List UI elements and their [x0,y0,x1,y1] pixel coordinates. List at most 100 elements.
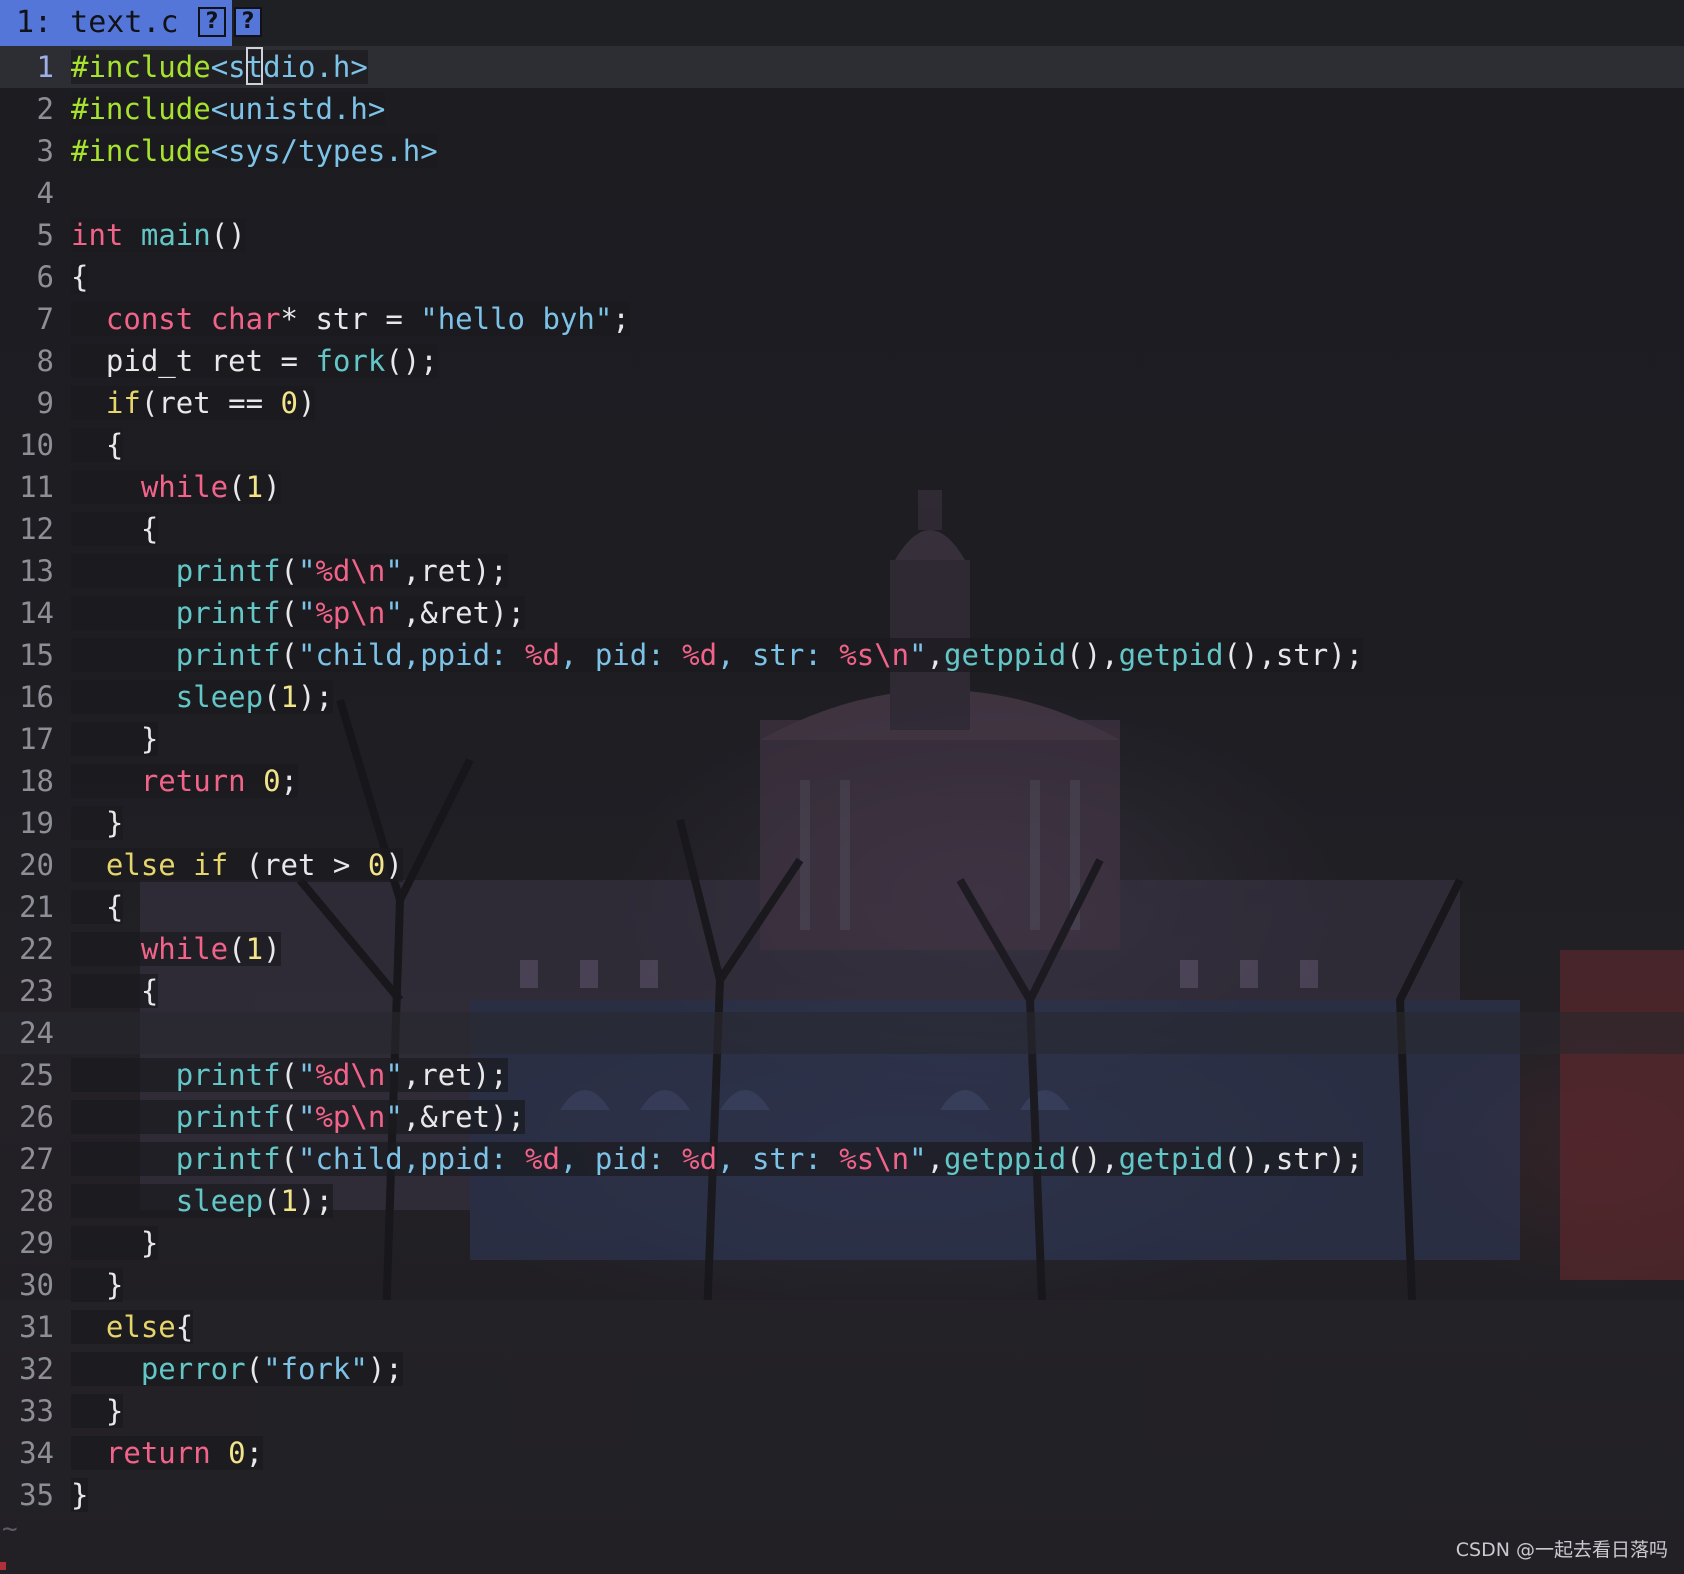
line-number: 6 [36,260,54,294]
code-text: } [71,1226,159,1260]
code-line[interactable]: 35} [0,1474,1684,1516]
line-number: 25 [19,1058,54,1092]
code-line[interactable]: 23 { [0,970,1684,1012]
end-of-buffer-marker: ~ [2,1514,18,1544]
line-number: 31 [19,1310,54,1344]
code-line[interactable]: 18 return 0; [0,760,1684,802]
code-line[interactable]: 33 } [0,1390,1684,1432]
code-text: { [71,512,159,546]
code-text: printf("%p\n",&ret); [71,592,526,634]
code-text: else if (ret > 0) [71,844,403,886]
code-line[interactable]: 3 #include<sys/types.h> [0,130,1684,172]
code-text: } [71,806,124,840]
code-line[interactable]: 26 printf("%p\n",&ret); [0,1096,1684,1138]
code-text: #include<unistd.h> [71,92,386,126]
code-line[interactable]: 22 while(1) [0,928,1684,970]
tab-text-c[interactable]: 1: text.c ? ? [0,0,262,46]
line-number: 27 [19,1142,54,1176]
line-number: 11 [19,470,54,504]
code-line[interactable]: 14 printf("%p\n",&ret); [0,592,1684,634]
code-text: sleep(1); [71,1180,333,1222]
code-line[interactable]: 27 printf("child,ppid: %d, pid: %d, str:… [0,1138,1684,1180]
unknown-glyph-icon: ? [198,7,226,37]
code-line[interactable]: 10 { [0,424,1684,466]
code-line[interactable]: 1 #include<stdio.h> [0,46,1684,88]
code-line[interactable]: 24 [0,1012,1684,1054]
code-line[interactable]: 7 const char* str = "hello byh"; [0,298,1684,340]
code-line[interactable]: 32 perror("fork"); [0,1348,1684,1390]
code-text: return 0; [71,1432,264,1474]
line-number: 14 [19,596,54,630]
code-line[interactable]: 28 sleep(1); [0,1180,1684,1222]
line-number: 3 [36,134,54,168]
code-text: else{ [71,1306,194,1348]
line-number: 24 [19,1016,54,1050]
line-number: 30 [19,1268,54,1302]
line-number: 18 [19,764,54,798]
line-number: 23 [19,974,54,1008]
code-line[interactable]: 8 pid_t ret = fork(); [0,340,1684,382]
code-text: const char* str = "hello byh"; [71,298,630,340]
code-text: while(1) [71,466,281,508]
code-text: pid_t ret = fork(); [71,340,438,382]
code-text: int main() [71,218,246,252]
code-line[interactable]: 11 while(1) [0,466,1684,508]
line-number: 4 [36,176,54,210]
line-number: 34 [19,1436,54,1470]
code-line[interactable]: 6{ [0,256,1684,298]
code-text: { [71,890,124,924]
code-text: perror("fork"); [71,1348,403,1390]
code-editor[interactable]: 1 #include<stdio.h> 2 #include<unistd.h> 3 #i… [0,46,1684,1516]
unknown-glyph-icon: ? [234,7,262,37]
code-text: #include<sys/types.h> [71,134,438,168]
line-number: 22 [19,932,54,966]
line-number: 1 [36,50,54,84]
line-number: 19 [19,806,54,840]
status-marker [0,1562,6,1570]
line-number: 20 [19,848,54,882]
line-number: 13 [19,554,54,588]
line-number: 21 [19,890,54,924]
code-line[interactable]: 13 printf("%d\n",ret); [0,550,1684,592]
code-line[interactable]: 2 #include<unistd.h> [0,88,1684,130]
code-line[interactable]: 21 { [0,886,1684,928]
line-number: 12 [19,512,54,546]
code-text: printf("child,ppid: %d, pid: %d, str: %s… [71,1138,1364,1180]
line-number: 32 [19,1352,54,1386]
line-number: 29 [19,1226,54,1260]
line-number: 9 [36,386,54,420]
code-line[interactable]: 17 } [0,718,1684,760]
code-line[interactable]: 20 else if (ret > 0) [0,844,1684,886]
line-number: 8 [36,344,54,378]
code-text: printf("child,ppid: %d, pid: %d, str: %s… [71,634,1364,676]
code-line[interactable]: 34 return 0; [0,1432,1684,1474]
code-text: { [71,428,124,462]
code-line[interactable]: 9 if(ret == 0) [0,382,1684,424]
code-text: return 0; [71,760,299,802]
code-line[interactable]: 12 { [0,508,1684,550]
code-line[interactable]: 25 printf("%d\n",ret); [0,1054,1684,1096]
text-cursor [245,47,263,85]
code-line[interactable]: 16 sleep(1); [0,676,1684,718]
code-line[interactable]: 15 printf("child,ppid: %d, pid: %d, str:… [0,634,1684,676]
line-number: 5 [36,218,54,252]
code-text: while(1) [71,928,281,970]
code-line[interactable]: 5 int main() [0,214,1684,256]
code-line[interactable]: 31 else{ [0,1306,1684,1348]
code-text: { [71,974,159,1008]
line-number: 17 [19,722,54,756]
line-number: 15 [19,638,54,672]
code-line[interactable]: 4 [0,172,1684,214]
vim-tabline: 1: text.c ? ? [0,0,1684,46]
line-number: 33 [19,1394,54,1428]
tab-label: 1: text.c [16,5,179,40]
code-line[interactable]: 19 } [0,802,1684,844]
code-text: printf("%p\n",&ret); [71,1096,526,1138]
line-number: 10 [19,428,54,462]
line-number: 28 [19,1184,54,1218]
code-line[interactable]: 29 } [0,1222,1684,1264]
line-number: 16 [19,680,54,714]
code-text: } [71,1394,124,1428]
code-text: { [71,260,89,294]
code-line[interactable]: 30 } [0,1264,1684,1306]
